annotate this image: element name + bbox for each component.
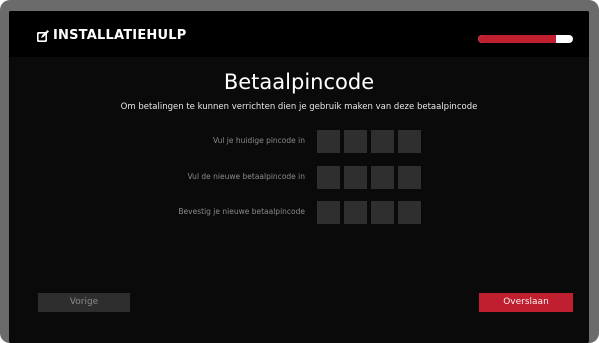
pin-row-label: Vul je huidige pincode in (212, 136, 305, 145)
pin-row-label: Vul de nieuwe betaalpincode in (187, 172, 305, 181)
progress-fill (478, 35, 556, 43)
tv-frame: INSTALLATIEHULP Betaalpincode Om betalin… (0, 0, 599, 343)
pin-digit-field[interactable] (398, 166, 421, 189)
pin-digit-field[interactable] (317, 201, 340, 224)
pin-digit-field[interactable] (398, 130, 421, 153)
progress-bar (478, 35, 573, 43)
pin-digit-field[interactable] (371, 166, 394, 189)
installation-screen: INSTALLATIEHULP Betaalpincode Om betalin… (9, 11, 589, 343)
pin-digit-field[interactable] (317, 130, 340, 153)
pin-digit-field[interactable] (371, 130, 394, 153)
header-bar: INSTALLATIEHULP (9, 11, 589, 57)
pin-digit-field[interactable] (344, 130, 367, 153)
pin-digit-field[interactable] (344, 201, 367, 224)
pin-digit-field[interactable] (344, 166, 367, 189)
page-title: Betaalpincode (223, 70, 375, 94)
pin-digit-field[interactable] (398, 201, 421, 224)
pin-digit-field[interactable] (371, 201, 394, 224)
pin-digit-field[interactable] (317, 166, 340, 189)
back-button[interactable]: Vorige (38, 293, 130, 312)
pin-row-label: Bevestig je nieuwe betaalpincode (178, 207, 305, 216)
edit-square-icon (37, 30, 49, 42)
skip-button[interactable]: Overslaan (479, 293, 573, 312)
app-title: INSTALLATIEHULP (53, 28, 187, 43)
page-subtitle: Om betalingen te kunnen verrichten dien … (120, 102, 478, 112)
